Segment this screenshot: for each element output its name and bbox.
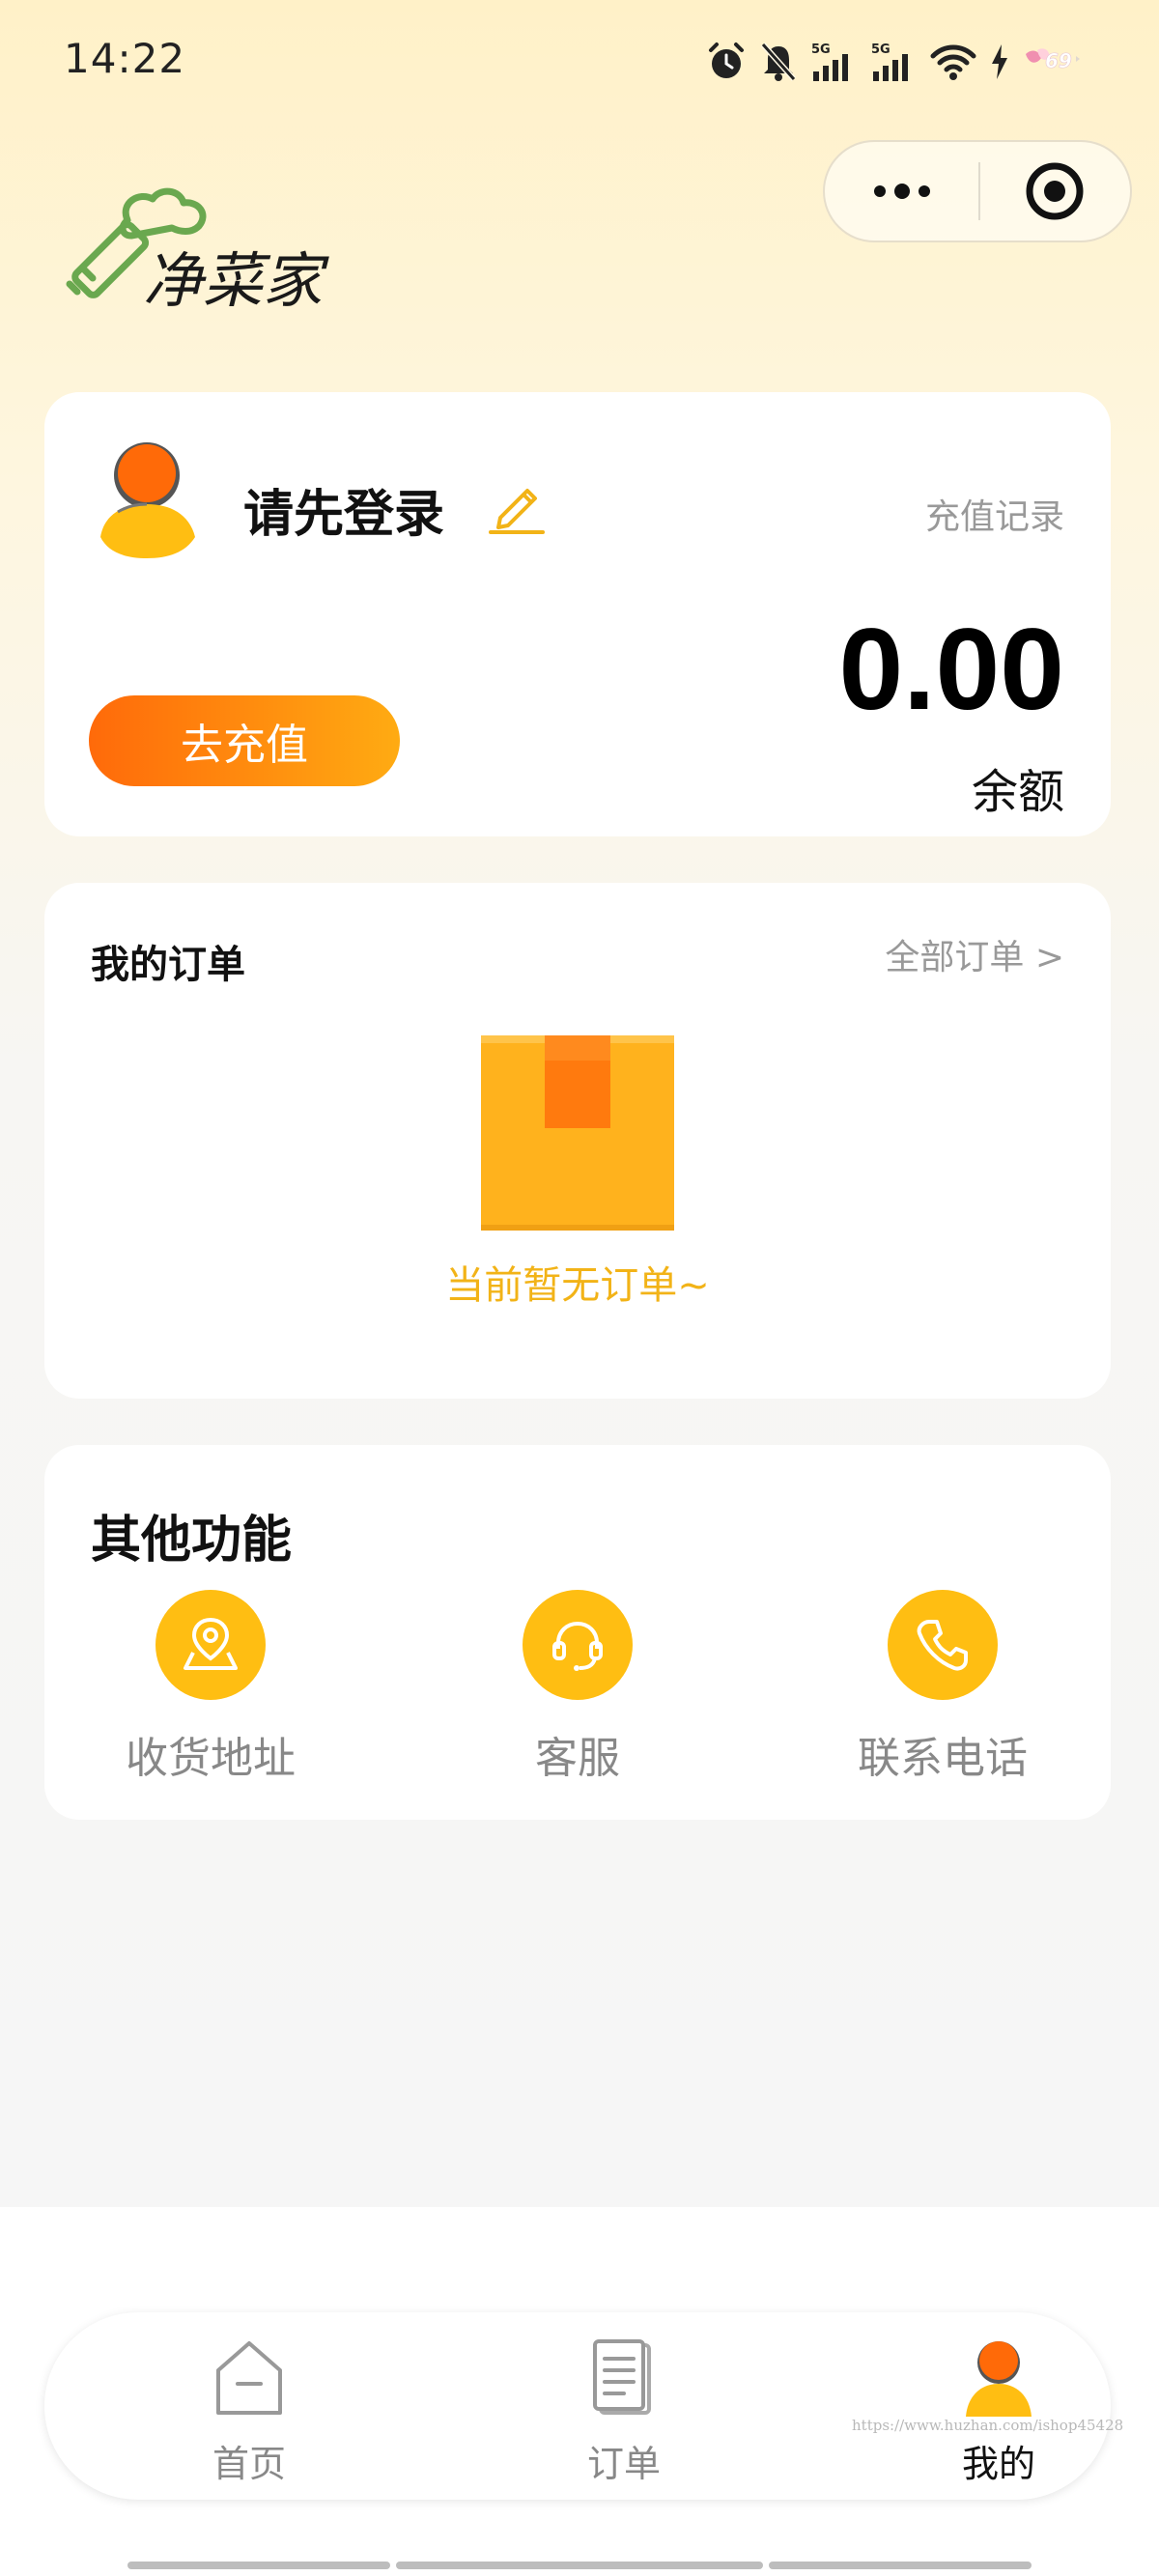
orders-icon [593, 2339, 651, 2415]
balance-value: 0.00 [838, 605, 1064, 734]
watermark: https://www.huzhan.com/ishop45428 [852, 2417, 1124, 2434]
orders-title: 我的订单 [91, 943, 245, 987]
recharge-button[interactable]: 去充值 [89, 695, 400, 786]
more-dots-icon [873, 184, 930, 199]
function-label: 客服 [535, 1734, 620, 1783]
empty-orders-text: 当前暂无订单~ [445, 1263, 710, 1308]
customer-service-function[interactable]: 客服 [452, 1590, 703, 1783]
avatar-icon[interactable] [95, 437, 203, 558]
svg-text:净菜家: 净菜家 [143, 245, 329, 316]
svg-text:69: 69 [1045, 49, 1072, 72]
alarm-icon [709, 42, 744, 78]
status-time: 14:22 [64, 35, 186, 82]
svg-text:5G: 5G [871, 42, 890, 57]
target-icon [1026, 162, 1084, 220]
orders-card: 我的订单 全部订单 > 当前暂无订单~ [44, 883, 1111, 1399]
empty-box-icon [481, 1035, 674, 1231]
brand-logo: 净菜家 [66, 187, 329, 316]
signal-5g-icon: 5G [871, 42, 908, 81]
home-indicator-segment [769, 2562, 1032, 2569]
tab-label: 订单 [586, 2443, 661, 2485]
location-icon [155, 1590, 266, 1700]
home-indicator-segment [396, 2562, 763, 2569]
headset-icon [523, 1590, 633, 1700]
functions-title: 其他功能 [91, 1512, 293, 1570]
function-label: 收货地址 [126, 1734, 296, 1783]
bell-muted-icon [760, 42, 797, 81]
status-icons: 5G 5G 69 [705, 37, 1091, 87]
home-icon [216, 2341, 282, 2415]
more-button[interactable] [825, 142, 978, 241]
svg-text:5G: 5G [811, 42, 831, 57]
function-label: 联系电话 [858, 1734, 1028, 1783]
miniprogram-capsule [823, 140, 1132, 242]
tab-home[interactable]: 首页 [153, 2337, 346, 2485]
user-card: 请先登录 充值记录 0.00 余额 去充值 [44, 392, 1111, 836]
signal-5g-icon: 5G [811, 42, 848, 81]
all-orders-link[interactable]: 全部订单 > [885, 929, 1064, 979]
contact-phone-function[interactable]: 联系电话 [817, 1590, 1068, 1783]
status-bar: 14:22 5G 5G 69 [0, 0, 1159, 126]
tab-label: 首页 [212, 2443, 286, 2485]
login-prompt[interactable]: 请先登录 [243, 473, 444, 546]
balance-label: 余额 [971, 765, 1064, 819]
functions-card: 其他功能 收货地址 客服 联系电话 [44, 1445, 1111, 1820]
charging-icon [992, 44, 1007, 79]
home-indicator-segment [127, 2562, 390, 2569]
address-function[interactable]: 收货地址 [85, 1590, 336, 1783]
wifi-icon [930, 44, 976, 80]
edit-pencil-icon[interactable] [487, 475, 547, 535]
close-miniprogram-button[interactable] [980, 142, 1130, 241]
recharge-record-link[interactable]: 充值记录 [925, 489, 1064, 539]
profile-icon [966, 2341, 1032, 2417]
tab-orders[interactable]: 订单 [527, 2337, 721, 2485]
tab-bar: 首页 订单 我的 [44, 2312, 1111, 2500]
battery-icon: 69 [1026, 48, 1080, 72]
tab-label: 我的 [961, 2443, 1035, 2485]
tab-profile[interactable]: 我的 [902, 2337, 1095, 2485]
phone-icon [888, 1590, 998, 1700]
